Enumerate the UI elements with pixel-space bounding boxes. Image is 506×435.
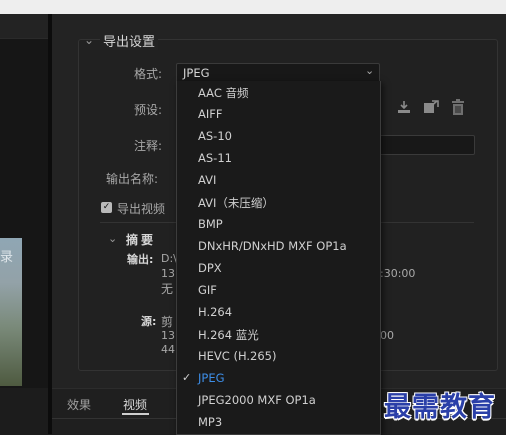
summary-output-audio: 无	[161, 282, 174, 296]
summary-output-duration: :30:00	[380, 267, 416, 280]
source-preview-thumbnail: 录	[0, 238, 22, 386]
format-option[interactable]: AS-11	[177, 147, 380, 169]
format-select[interactable]: JPEG ⌄	[176, 63, 380, 83]
left-panel-header	[0, 14, 48, 39]
summary-collapse-chevron-icon[interactable]: ⌄	[108, 232, 117, 245]
preset-label: 预设:	[134, 103, 163, 117]
section-title: 导出设置	[100, 31, 159, 50]
format-option[interactable]: DNxHR/DNxHD MXF OP1a	[177, 235, 380, 257]
format-dropdown-list[interactable]: AAC 音频 AIFF AS-10 AS-11 AVI AVI（未压缩） BMP…	[176, 81, 381, 435]
summary-source-duration: 00	[380, 329, 394, 342]
format-option[interactable]: AVI（未压缩）	[177, 191, 380, 213]
import-preset-icon[interactable]	[396, 99, 412, 119]
format-option[interactable]: H.264 蓝光	[177, 323, 380, 345]
left-panel-footer	[0, 388, 48, 434]
summary-source-name: 剪	[161, 315, 174, 329]
format-option[interactable]: MP3	[177, 411, 380, 433]
active-tab-indicator	[122, 413, 149, 415]
format-select-value: JPEG	[183, 66, 210, 80]
format-option[interactable]: JPEG2000 MXF OP1a	[177, 389, 380, 411]
chevron-down-icon: ⌄	[365, 64, 375, 77]
summary-title: 摘要	[126, 233, 157, 247]
thumb-overlay-text: 录	[0, 250, 14, 265]
format-option[interactable]: H.264	[177, 301, 380, 323]
format-option-selected[interactable]: ✓ JPEG	[177, 367, 380, 389]
summary-source-label: 源:	[141, 315, 157, 328]
format-option[interactable]: AVI	[177, 169, 380, 191]
export-video-checkbox[interactable]: ✓	[101, 202, 112, 213]
comment-label: 注释:	[134, 139, 163, 153]
summary-source-detail: 13	[161, 329, 175, 342]
delete-preset-icon[interactable]	[451, 99, 465, 120]
format-option[interactable]: GIF	[177, 279, 380, 301]
tab-video[interactable]: 视频	[123, 396, 147, 413]
comment-input[interactable]	[378, 135, 475, 155]
watermark-logo-text: 最需教育	[384, 392, 496, 423]
section-collapse-chevron-icon[interactable]: ⌄	[84, 33, 94, 47]
format-label: 格式:	[134, 67, 163, 81]
summary-output-detail: 13	[161, 267, 175, 280]
format-option[interactable]: AIFF	[177, 103, 380, 125]
format-option[interactable]: BMP	[177, 213, 380, 235]
format-option[interactable]: HEVC (H.265)	[177, 345, 380, 367]
output-name-label: 输出名称:	[106, 172, 159, 186]
format-option[interactable]: AAC 音频	[177, 81, 380, 103]
tab-effects[interactable]: 效果	[67, 396, 91, 413]
window-top-strip	[0, 0, 506, 14]
format-option[interactable]: AS-10	[177, 125, 380, 147]
format-option[interactable]: DPX	[177, 257, 380, 279]
summary-output-path: D:\	[161, 252, 177, 265]
save-preset-icon[interactable]	[422, 99, 440, 119]
summary-source-audio: 44	[161, 343, 175, 356]
checkmark-icon: ✓	[182, 371, 192, 384]
summary-output-label: 输出:	[127, 253, 154, 266]
export-video-label: 导出视频	[117, 202, 166, 216]
